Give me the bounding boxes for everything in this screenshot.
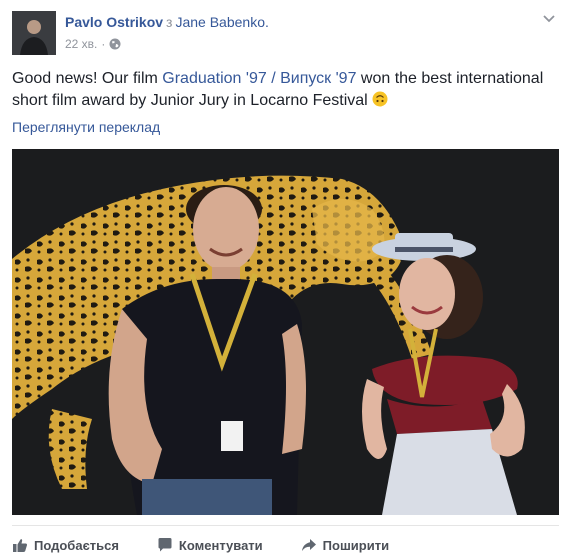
chevron-down-icon[interactable] <box>541 10 557 26</box>
film-link[interactable]: Graduation '97 / Випуск '97 <box>162 70 356 87</box>
upside-down-smile-emoji <box>372 91 388 107</box>
with-word: з <box>166 14 173 30</box>
meta-separator: · <box>101 37 106 51</box>
thumbs-up-icon <box>13 539 28 552</box>
comment-icon <box>158 538 172 552</box>
post-text-before: Good news! Our film <box>12 70 163 87</box>
facebook-post: Pavlo Ostrikov з Jane Babenko. 22 хв. · Go… <box>0 0 571 558</box>
like-button[interactable]: Подобається <box>12 534 119 556</box>
share-button[interactable]: Поширити <box>301 534 389 556</box>
comment-label: Коментувати <box>178 537 263 553</box>
post-photo[interactable] <box>12 149 559 515</box>
share-label: Поширити <box>322 537 390 553</box>
post-header: Pavlo Ostrikov з Jane Babenko. <box>65 14 269 30</box>
author-name-link[interactable]: Pavlo Ostrikov <box>65 14 163 30</box>
globe-icon[interactable] <box>109 38 121 50</box>
share-arrow-icon <box>301 539 316 551</box>
like-label: Подобається <box>34 537 119 553</box>
see-translation-link[interactable]: Переглянути переклад <box>12 119 160 135</box>
tagged-user-link[interactable]: Jane Babenko. <box>175 14 268 30</box>
post-actions-bar: Подобається Коментувати Поширити <box>12 534 559 556</box>
post-timestamp[interactable]: 22 хв. <box>65 37 97 51</box>
actions-divider <box>12 525 559 526</box>
comment-button[interactable]: Коментувати <box>157 534 263 556</box>
post-text: Good news! Our film Graduation '97 / Вип… <box>12 68 560 112</box>
post-meta: 22 хв. · <box>65 37 121 51</box>
author-avatar[interactable] <box>12 11 56 55</box>
